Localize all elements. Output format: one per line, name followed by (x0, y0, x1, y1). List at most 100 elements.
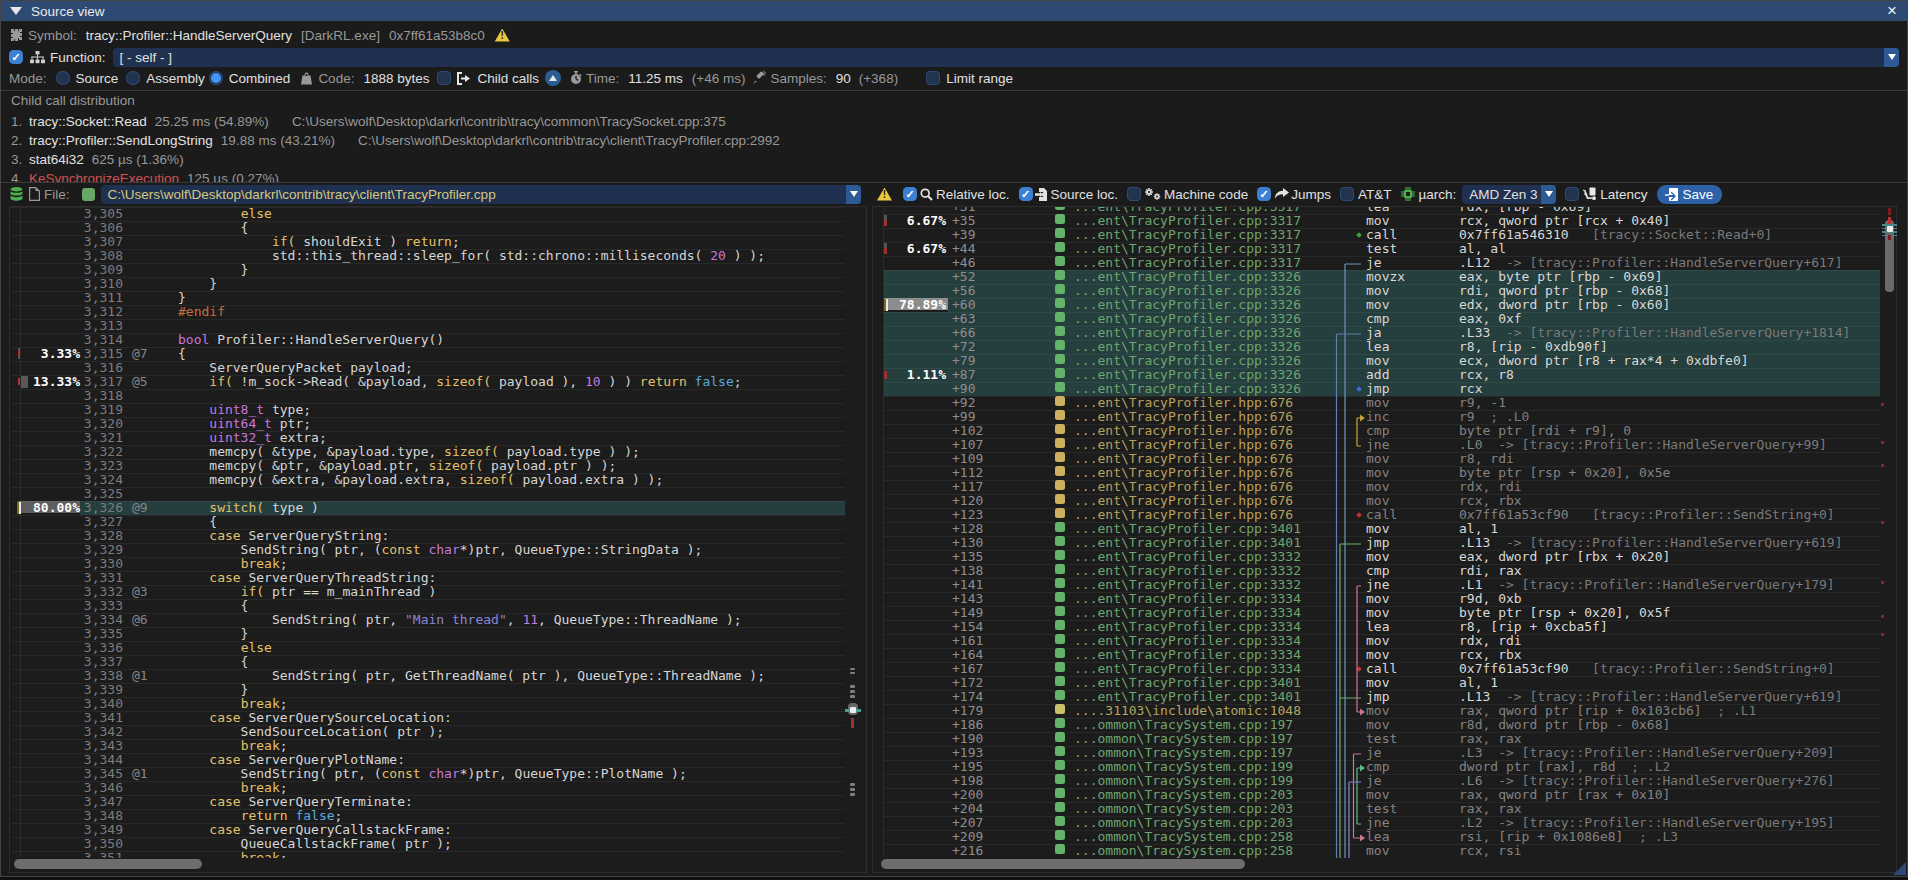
scrollbar-sample-mark (850, 793, 855, 796)
source-line-row[interactable]: 3,314bool Profiler::HandleServerQuery() (10, 333, 866, 347)
code-token: case (209, 794, 240, 809)
source-line-row[interactable]: 3,344 case ServerQueryPlotName: (10, 753, 866, 767)
scrollbar-hot-mark (1888, 208, 1891, 215)
source-line-row[interactable]: 3,316 ServerQueryPacket payload; (10, 361, 866, 375)
radio-source[interactable] (56, 71, 70, 85)
att-checkbox[interactable] (1340, 187, 1354, 201)
source-line-row[interactable]: 3,328 case ServerQueryString: (10, 529, 866, 543)
radio-combined-label: Combined (229, 71, 291, 86)
source-hscrollbar-thumb[interactable] (14, 859, 202, 869)
source-line-row[interactable]: 3,342 SendSourceLocation( ptr ); (10, 725, 866, 739)
source-line-row[interactable]: 3,327 { (10, 515, 866, 529)
radio-combined[interactable] (209, 71, 223, 85)
relative-loc-checkbox[interactable] (903, 187, 917, 201)
code-token: break (241, 738, 280, 753)
source-line-row[interactable]: 3,345@1 SendString( ptr, (const char*)pt… (10, 767, 866, 781)
close-icon[interactable]: × (1883, 1, 1901, 21)
scrollbar-hot-mark (1888, 235, 1891, 240)
source-line-row[interactable]: 3,348 return false; (10, 809, 866, 823)
source-line-row[interactable]: 3,350 QueueCallstackFrame( ptr ); (10, 837, 866, 851)
source-line-row[interactable]: 3,333 { (10, 599, 866, 613)
source-line-row[interactable]: 3,323 memcpy( &ptr, &payload.ptr, sizeof… (10, 459, 866, 473)
source-line-row[interactable]: 3,336 else (10, 641, 866, 655)
code-token: uint64_t (209, 416, 272, 431)
machine-code-checkbox[interactable] (1127, 187, 1141, 201)
jumps-checkbox[interactable] (1257, 187, 1271, 201)
line-annotation: @9 (132, 501, 148, 516)
source-line-row[interactable]: 3,332@3 if( ptr == m_mainThread ) (10, 585, 866, 599)
code-token: ; (280, 738, 288, 753)
source-line-row[interactable]: 13.33%3,317@5 if( !m_sock->Read( &payloa… (10, 375, 866, 389)
assembly-hscrollbar-thumb[interactable] (881, 859, 1245, 869)
source-line-row[interactable]: 3,309 } (10, 263, 866, 277)
source-line-row[interactable]: 3,322 memcpy( &type, &payload.type, size… (10, 445, 866, 459)
limit-range-checkbox[interactable] (926, 71, 940, 85)
child-calls-checkbox[interactable] (437, 71, 451, 85)
child-call-item[interactable]: 3.stat64i32625 µs (1.36%) (11, 150, 184, 169)
source-line-row[interactable]: 3,311} (10, 291, 866, 305)
radio-assembly[interactable] (126, 71, 140, 85)
source-line-row[interactable]: 3,343 break; (10, 739, 866, 753)
source-line-row[interactable]: 3,308 std::this_thread::sleep_for( std::… (10, 249, 866, 263)
function-combo[interactable]: [ - self - ] (113, 48, 1899, 67)
uarch-combo-value: AMD Zen 3 (1469, 185, 1537, 204)
uarch-combo-arrow-icon[interactable] (1541, 185, 1556, 204)
source-line-row[interactable]: 3,337 { (10, 655, 866, 669)
uarch-combo[interactable]: AMD Zen 3 (1462, 185, 1556, 204)
latency-checkbox[interactable] (1565, 187, 1579, 201)
jump-line-.L0 (1357, 415, 1365, 447)
source-line-row[interactable]: 3,334@6 SendString( ptr, "Main thread", … (10, 613, 866, 627)
source-line-row[interactable]: 3,335 } (10, 627, 866, 641)
save-button[interactable]: Save (1657, 185, 1723, 204)
collapse-child-calls-button[interactable] (545, 70, 561, 86)
file-combo[interactable]: C:\Users\wolf\Desktop\darkrl\contrib\tra… (101, 185, 861, 204)
source-line-row[interactable]: 3,310 } (10, 277, 866, 291)
source-line-row[interactable]: 3,346 break; (10, 781, 866, 795)
source-line-row[interactable]: 3,340 break; (10, 697, 866, 711)
source-line-row[interactable]: 3,338@1 SendString( ptr, GetThreadName( … (10, 669, 866, 683)
file-combo-arrow-icon[interactable] (846, 185, 861, 204)
source-line-row[interactable]: 3,305 else (10, 207, 866, 221)
title-bar[interactable]: Source view × (1, 1, 1907, 21)
symbol-label: Symbol: (28, 28, 77, 43)
source-line-row[interactable]: 3,318 (10, 389, 866, 403)
source-line-row[interactable]: 3,320 uint64_t ptr; (10, 417, 866, 431)
sitemap-icon (29, 51, 45, 64)
code-token: !m_sock->Read( &payload, (233, 374, 437, 389)
symbol-name: tracy::Profiler::HandleServerQuery (86, 28, 292, 43)
source-line-row[interactable]: 3,341 case ServerQuerySourceLocation: (10, 711, 866, 725)
source-line-row[interactable]: 3,319 uint8_t type; (10, 403, 866, 417)
source-line-row[interactable]: 3,349 case ServerQueryCallstackFrame: (10, 823, 866, 837)
code-token: payload ), (491, 374, 585, 389)
code-token (178, 584, 241, 599)
source-line-row[interactable]: 3,331 case ServerQueryThreadString: (10, 571, 866, 585)
code-token: { (178, 346, 186, 361)
collapse-icon[interactable] (10, 7, 22, 15)
code-label: Code: (318, 71, 354, 86)
source-line-row[interactable]: 3,312#endif (10, 305, 866, 319)
resize-grip[interactable] (1893, 862, 1906, 875)
source-line-row[interactable]: 3,325 (10, 487, 866, 501)
function-checkbox[interactable] (9, 50, 23, 64)
source-line-row[interactable]: 3,306 { (10, 221, 866, 235)
child-call-item[interactable]: 4.KeSynchronizeExecution125 µs (0.27%) (11, 169, 279, 182)
symbol-row: Symbol: tracy::Profiler::HandleServerQue… (9, 23, 510, 47)
function-combo-arrow-icon[interactable] (1884, 48, 1899, 67)
source-line-row[interactable]: 80.00%3,326@9 switch( type ) (10, 501, 866, 515)
source-line-row[interactable]: 3,307 if( shouldExit ) return; (10, 235, 866, 249)
source-line-row[interactable]: 3,324 memcpy( &extra, &payload.extra, si… (10, 473, 866, 487)
source-line-row[interactable]: 3.33%3,315@7{ (10, 347, 866, 361)
source-line-row[interactable]: 3,351 break; (10, 851, 866, 858)
source-line-row[interactable]: 3,313 (10, 319, 866, 333)
line-annotation: @1 (132, 669, 148, 684)
child-call-header: Child call distribution (11, 93, 135, 108)
child-call-item[interactable]: 1.tracy::Socket::Read25.25 ms (54.89%)C:… (11, 112, 726, 131)
child-call-item[interactable]: 2.tracy::Profiler::SendLongString19.88 m… (11, 131, 780, 150)
radio-assembly-label: Assembly (146, 71, 205, 86)
source-line-row[interactable]: 3,347 case ServerQueryTerminate: (10, 795, 866, 809)
source-line-row[interactable]: 3,339 } (10, 683, 866, 697)
source-line-row[interactable]: 3,329 SendString( ptr, (const char*)ptr,… (10, 543, 866, 557)
source-line-row[interactable]: 3,321 uint32_t extra; (10, 431, 866, 445)
source-line-row[interactable]: 3,330 break; (10, 557, 866, 571)
source-loc-checkbox[interactable] (1019, 187, 1033, 201)
